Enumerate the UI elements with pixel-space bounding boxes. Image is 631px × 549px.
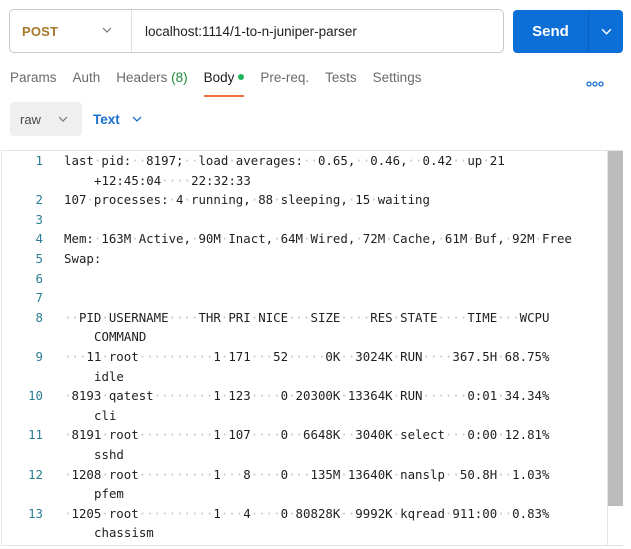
line-number: 7 [35,290,43,306]
line-number: 11 [28,427,43,443]
line-text: ​ [43,269,607,289]
editor-line: 6​ [2,269,607,289]
line-number: 4 [35,231,43,247]
chevron-down-icon [601,28,611,35]
send-button-group: Send [513,10,623,53]
body-format-label: Text [93,111,120,127]
line-number: 8 [35,309,43,325]
line-text: ·1208·root··········1···8····0···135M·13… [64,466,550,502]
line-number: 6 [35,270,43,286]
url-bar: POST [9,9,504,53]
send-button[interactable]: Send [513,10,589,53]
editor-line: 7​ [2,288,607,308]
more-options-button[interactable] [586,75,604,93]
url-input[interactable] [132,9,503,53]
tab-headers[interactable]: Headers (8) [116,70,187,100]
line-number: 12 [28,466,43,482]
tab-label: Headers [116,70,168,85]
editor-lines: 1 last·pid:··8197;··load·averages:··0.65,… [2,151,607,543]
editor-line: 2 107·processes:·4·running,·88·sleeping,·… [2,190,607,210]
chevron-down-icon [58,116,68,122]
line-text: ·8191·root··········1·107····0··6648K··3… [64,427,550,462]
editor-line: 1 last·pid:··8197;··load·averages:··0.65,… [2,151,607,190]
method-label: POST [22,23,59,39]
tab-label: Settings [372,70,422,85]
tab-label: Pre-req. [260,70,310,85]
send-options-button[interactable] [589,10,623,53]
tab-label: Body [203,70,235,85]
line-text: last·pid:··8197;··load·averages:··0.65,·… [64,153,505,188]
editor-line: 10 ·8193·qatest········1·123····0·20300K·… [2,386,607,425]
method-select[interactable]: POST [10,10,132,52]
editor-line: 3​ [2,210,607,230]
line-text: 107·processes:·4·running,·88·sleeping,·1… [64,192,430,208]
editor-line: 11 ·8191·root··········1·107····0··6648K·… [2,425,607,464]
line-text: ​ [43,210,607,230]
line-text: ·8193·qatest········1·123····0·20300K·13… [64,388,550,423]
body-indicator-dot [238,74,245,80]
line-number: 1 [35,153,43,168]
body-format-select[interactable]: Text [93,102,142,136]
chevron-down-icon [132,116,142,122]
chevron-down-icon [102,27,112,33]
line-number: 2 [35,192,43,208]
body-editor[interactable]: 1 last·pid:··8197;··load·averages:··0.65,… [1,150,623,546]
tab-label: Params [10,70,57,85]
line-text: ​ [43,288,607,308]
tab-settings[interactable]: Settings [373,70,422,100]
tab-tests[interactable]: Tests [325,70,357,100]
tab-pre-request[interactable]: Pre-req. [260,70,309,100]
editor-scrollbar[interactable] [607,151,623,545]
editor-line: 4 Mem:·163M·Active,·90M·Inact,·64M·Wired,… [2,229,607,249]
editor-line: 9 ···11·root··········1·171···52·····0K··… [2,347,607,386]
line-text: ··PID·USERNAME····THR·PRI·NICE···SIZE···… [64,309,550,345]
request-tabs: Params Auth Headers (8) Body Pre-req. Te… [10,70,437,100]
line-text: ·1205·root··········1···4····0·80828K··9… [64,505,550,541]
tab-auth[interactable]: Auth [73,70,101,100]
tab-label: Auth [72,70,101,85]
editor-line: 13 ·1205·root··········1···4····0·80828K·… [2,504,607,543]
editor-line: 8 ··PID·USERNAME····THR·PRI·NICE···SIZE··… [2,308,607,347]
line-number: 13 [28,505,43,521]
body-mode-select[interactable]: raw [10,102,82,136]
body-mode-label: raw [20,111,41,127]
tab-label: Tests [325,70,357,85]
line-number: 9 [35,348,43,364]
tab-params[interactable]: Params [10,70,57,100]
ellipsis-icon [586,81,604,87]
headers-count-badge: (8) [171,70,188,85]
scrollbar-thumb[interactable] [608,151,623,506]
editor-line: 12 ·1208·root··········1···8····0···135M·… [2,465,607,504]
editor-line: 5 Swap: [2,249,607,269]
line-number: 10 [28,388,43,404]
line-text: Swap: [64,250,102,266]
line-text: ···11·root··········1·171···52·····0K··3… [64,348,550,384]
tab-body[interactable]: Body [203,70,245,100]
line-number: 5 [35,250,43,266]
line-text: Mem:·163M·Active,·90M·Inact,·64M·Wired,·… [64,231,572,247]
line-number: 3 [35,211,43,227]
